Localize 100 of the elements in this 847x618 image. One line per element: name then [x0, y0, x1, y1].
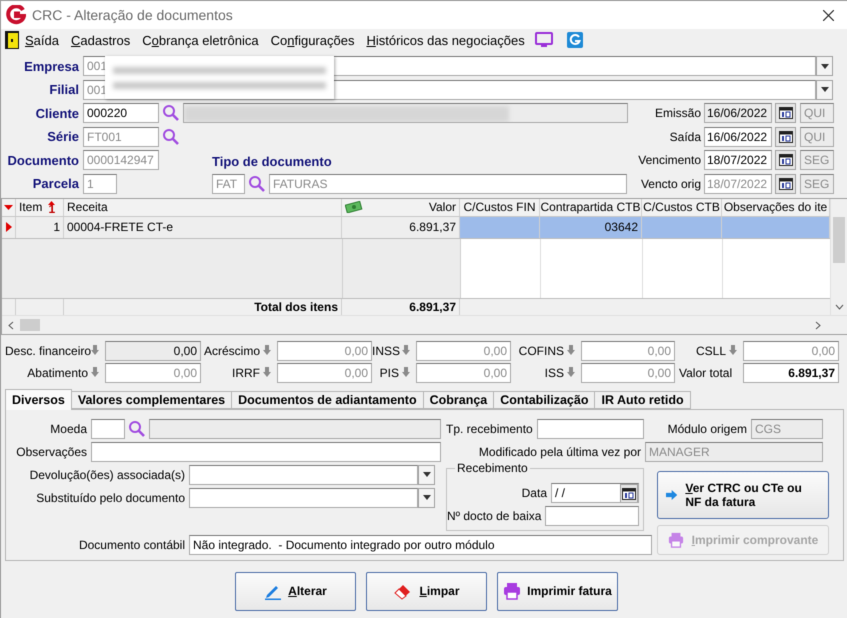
- row-pointer-icon: [6, 222, 12, 232]
- field-label: Módulo origem: [666, 422, 748, 436]
- edit-button[interactable]: Alterar: [235, 572, 356, 610]
- date-field[interactable]: 18/07/2022: [704, 150, 772, 170]
- clear-button[interactable]: Limpar: [366, 572, 487, 610]
- tab[interactable]: Cobrança: [424, 390, 494, 408]
- field-label: COFINS: [518, 344, 565, 358]
- column-header[interactable]: C/Custos CTB: [642, 198, 722, 216]
- column-header[interactable]: Item 1: [16, 198, 64, 216]
- calendar-button[interactable]: [775, 103, 796, 123]
- field-label: Moeda: [49, 422, 88, 436]
- close-icon[interactable]: [823, 10, 834, 20]
- column-header[interactable]: C/Custos FIN: [460, 198, 540, 216]
- input-field[interactable]: [91, 442, 441, 462]
- weekday-field: QUI: [800, 126, 834, 146]
- field-label: Vencimento: [637, 153, 701, 167]
- sort-order: 1: [48, 204, 56, 214]
- date-field[interactable]: / /: [551, 482, 639, 502]
- arrow-down-icon[interactable]: [91, 345, 99, 356]
- print-button[interactable]: Imprimir fatura: [497, 572, 618, 610]
- column-header[interactable]: Contrapartida CTB: [540, 198, 642, 216]
- scroll-thumb[interactable]: [20, 318, 40, 330]
- field-label: Tipo de documento: [212, 153, 332, 170]
- arrow-right-icon: [666, 488, 678, 502]
- input-field[interactable]: [149, 418, 441, 438]
- field-label: Documento: [6, 152, 79, 168]
- monitor-icon[interactable]: [534, 32, 553, 48]
- weekday-field: SEG: [800, 150, 834, 170]
- input-field[interactable]: 000220: [83, 103, 159, 123]
- field-label: Nº docto de baixa: [447, 508, 542, 522]
- calendar-button[interactable]: [620, 484, 638, 502]
- dropdown-button[interactable]: [816, 80, 833, 100]
- arrow-down-icon[interactable]: [263, 345, 271, 356]
- field-label: Data: [520, 486, 548, 500]
- input-field[interactable]: Não integrado. - Documento integrado por outro módulo: [189, 534, 652, 554]
- arrow-down-icon[interactable]: [567, 345, 575, 356]
- app-icon[interactable]: [566, 32, 583, 48]
- weekday-field: SEG: [800, 174, 834, 194]
- menu-item[interactable]: Saída: [19, 32, 65, 48]
- amount-field[interactable]: 0,00: [105, 340, 201, 360]
- tab[interactable]: Documentos de adiantamento: [232, 390, 424, 408]
- caret-down-icon: [422, 472, 430, 477]
- field-label: INSS: [372, 344, 402, 358]
- calendar-button[interactable]: [775, 150, 796, 170]
- field-label: Saída: [668, 130, 701, 144]
- search-icon[interactable]: [162, 104, 180, 122]
- view-button[interactable]: Ver CTRC ou CTe ou NF da fatura: [657, 470, 829, 518]
- field-label: Desc. financeiro: [5, 344, 91, 358]
- input-field[interactable]: [536, 418, 644, 438]
- tab[interactable]: Valores complementares: [72, 390, 232, 408]
- table-row[interactable]: 1 00004-FRETE CT-e 6.891,37 03642: [2, 216, 830, 238]
- tab[interactable]: IR Auto retido: [595, 390, 691, 408]
- arrow-down-icon[interactable]: [402, 367, 410, 378]
- window-title: CRC - Alteração de documentos: [32, 7, 233, 23]
- search-icon[interactable]: [248, 174, 266, 192]
- input-field[interactable]: [183, 103, 628, 123]
- menu-item[interactable]: Configurações: [264, 32, 360, 48]
- scroll-thumb[interactable]: [833, 216, 845, 262]
- chevron-down-icon[interactable]: [835, 304, 844, 310]
- menu-item[interactable]: Históricos das negociações: [360, 32, 531, 48]
- arrow-down-icon[interactable]: [567, 367, 575, 378]
- input-field[interactable]: [545, 506, 639, 526]
- menu-item[interactable]: Cobrança eletrônica: [136, 32, 265, 48]
- caret-down-icon: [422, 495, 430, 500]
- input-field[interactable]: [189, 488, 418, 508]
- arrow-down-icon[interactable]: [91, 367, 99, 378]
- calendar-button[interactable]: [775, 126, 796, 146]
- menu-item[interactable]: Cadastros: [64, 32, 136, 48]
- caret-down-icon[interactable]: [4, 204, 13, 210]
- date-field[interactable]: 16/06/2022: [704, 103, 772, 123]
- amount-field[interactable]: 6.891,37: [743, 362, 839, 382]
- dropdown-button[interactable]: [816, 56, 833, 76]
- search-icon[interactable]: [162, 128, 180, 146]
- chevron-left-icon[interactable]: [8, 320, 14, 330]
- field-label: Série: [46, 129, 79, 144]
- field-label: CSLL: [694, 344, 727, 358]
- arrow-down-icon[interactable]: [402, 345, 410, 356]
- table-cell: 1: [16, 216, 64, 238]
- table-cell: 03642: [540, 216, 642, 238]
- money-icon: [345, 201, 363, 213]
- exit-door-icon[interactable]: [5, 31, 19, 49]
- field-label: Devolução(ões) associada(s): [28, 468, 186, 482]
- column-header[interactable]: Receita: [64, 198, 342, 216]
- dropdown-button[interactable]: [418, 488, 435, 508]
- date-field[interactable]: 16/06/2022: [704, 126, 772, 146]
- input-field[interactable]: [91, 418, 125, 438]
- chevron-right-icon[interactable]: [815, 320, 821, 330]
- column-header[interactable]: Valor: [342, 198, 460, 216]
- input-field[interactable]: [189, 464, 418, 484]
- arrow-down-icon[interactable]: [729, 345, 737, 356]
- calendar-button[interactable]: [775, 174, 796, 194]
- field-label: Documento contábil: [78, 538, 186, 552]
- field-label: Cliente: [34, 106, 79, 120]
- weekday-field: QUI: [800, 103, 834, 123]
- tab[interactable]: Contabilização: [494, 390, 596, 408]
- dropdown-button[interactable]: [418, 464, 435, 484]
- tab[interactable]: Diversos: [5, 388, 72, 410]
- search-icon[interactable]: [128, 420, 146, 438]
- field-label: Tp. recebimento: [446, 422, 534, 436]
- arrow-down-icon[interactable]: [263, 367, 271, 378]
